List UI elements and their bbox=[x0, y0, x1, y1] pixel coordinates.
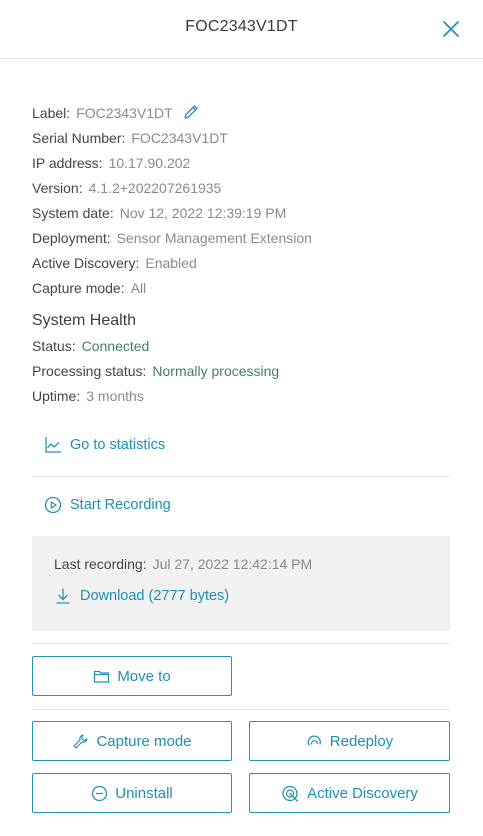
last-recording-row: Last recording: Jul 27, 2022 12:42:14 PM bbox=[54, 556, 312, 572]
uptime-row: Uptime: 3 months bbox=[32, 384, 462, 409]
download-recording-link[interactable]: Download (2777 bytes) bbox=[54, 587, 229, 605]
download-icon bbox=[56, 588, 70, 604]
uptime-key: Uptime: bbox=[32, 388, 81, 404]
system-date-value: Nov 12, 2022 12:39:19 PM bbox=[119, 205, 287, 221]
capture-mode-button[interactable]: Capture mode bbox=[32, 721, 232, 761]
radar-icon bbox=[282, 785, 299, 802]
label-row: Label: FOC2343V1DT bbox=[32, 101, 462, 126]
download-label: Download (2777 bytes) bbox=[80, 588, 230, 604]
divider bbox=[32, 709, 450, 710]
uptime-value: 3 months bbox=[86, 388, 144, 404]
uninstall-label: Uninstall bbox=[115, 784, 173, 802]
label-key: Label: bbox=[32, 105, 71, 121]
version-row: Version: 4.1.2+202207261935 bbox=[32, 176, 462, 201]
chart-line-icon bbox=[45, 437, 61, 453]
panel-title: FOC2343V1DT bbox=[185, 18, 298, 35]
redeploy-icon bbox=[307, 735, 321, 746]
panel-header: FOC2343V1DT bbox=[0, 0, 483, 59]
label-value: FOC2343V1DT bbox=[76, 105, 173, 121]
redeploy-button[interactable]: Redeploy bbox=[249, 721, 450, 761]
play-circle-icon bbox=[44, 496, 62, 514]
device-info: Label: FOC2343V1DT Serial Number: FOC2343V… bbox=[32, 101, 462, 409]
processing-row: Processing status: Normally processing bbox=[32, 359, 462, 384]
last-recording-panel: Last recording: Jul 27, 2022 12:42:14 PM … bbox=[32, 536, 450, 631]
minus-circle-icon bbox=[92, 785, 108, 801]
serial-value: FOC2343V1DT bbox=[131, 130, 228, 146]
deployment-key: Deployment: bbox=[32, 230, 111, 246]
processing-key: Processing status: bbox=[32, 363, 147, 379]
folder-icon bbox=[94, 670, 110, 683]
divider bbox=[32, 643, 450, 644]
active-discovery-row: Active Discovery: Enabled bbox=[32, 251, 462, 276]
go-to-statistics-label: Go to statistics bbox=[70, 437, 166, 453]
active-discovery-value: Enabled bbox=[145, 255, 197, 271]
start-recording-link[interactable]: Start Recording bbox=[44, 496, 171, 514]
go-to-statistics-link[interactable]: Go to statistics bbox=[44, 436, 165, 454]
redeploy-label: Redeploy bbox=[329, 732, 394, 750]
system-date-row: System date: Nov 12, 2022 12:39:19 PM bbox=[32, 201, 462, 226]
start-recording-label: Start Recording bbox=[70, 497, 171, 513]
ip-row: IP address: 10.17.90.202 bbox=[32, 151, 462, 176]
deployment-value: Sensor Management Extension bbox=[116, 230, 312, 246]
capture-mode-key: Capture mode: bbox=[32, 280, 125, 296]
version-value: 4.1.2+202207261935 bbox=[88, 180, 222, 196]
status-key: Status: bbox=[32, 338, 76, 354]
move-to-button[interactable]: Move to bbox=[32, 656, 232, 696]
capture-mode-value: All bbox=[130, 280, 147, 296]
move-to-label: Move to bbox=[117, 667, 171, 685]
serial-key: Serial Number: bbox=[32, 130, 126, 146]
wrench-icon bbox=[73, 733, 89, 749]
capture-mode-label: Capture mode bbox=[96, 732, 192, 750]
close-icon[interactable] bbox=[439, 17, 463, 41]
active-discovery-key: Active Discovery: bbox=[32, 255, 140, 271]
active-discovery-label: Active Discovery bbox=[307, 784, 418, 802]
uninstall-button[interactable]: Uninstall bbox=[32, 773, 232, 813]
last-recording-value: Jul 27, 2022 12:42:14 PM bbox=[152, 556, 313, 572]
pencil-icon[interactable] bbox=[183, 103, 199, 128]
last-recording-key: Last recording: bbox=[54, 556, 147, 572]
system-date-key: System date: bbox=[32, 205, 114, 221]
version-key: Version: bbox=[32, 180, 83, 196]
status-value: Connected bbox=[81, 338, 150, 354]
active-discovery-button[interactable]: Active Discovery bbox=[249, 773, 450, 813]
capture-mode-row: Capture mode: All bbox=[32, 276, 462, 301]
system-health-title: System Health bbox=[32, 312, 137, 329]
ip-value: 10.17.90.202 bbox=[108, 155, 191, 171]
status-row: Status: Connected bbox=[32, 334, 462, 359]
deployment-row: Deployment: Sensor Management Extension bbox=[32, 226, 462, 251]
processing-value: Normally processing bbox=[152, 363, 280, 379]
divider bbox=[32, 476, 450, 477]
serial-row: Serial Number: FOC2343V1DT bbox=[32, 126, 462, 151]
ip-key: IP address: bbox=[32, 155, 103, 171]
